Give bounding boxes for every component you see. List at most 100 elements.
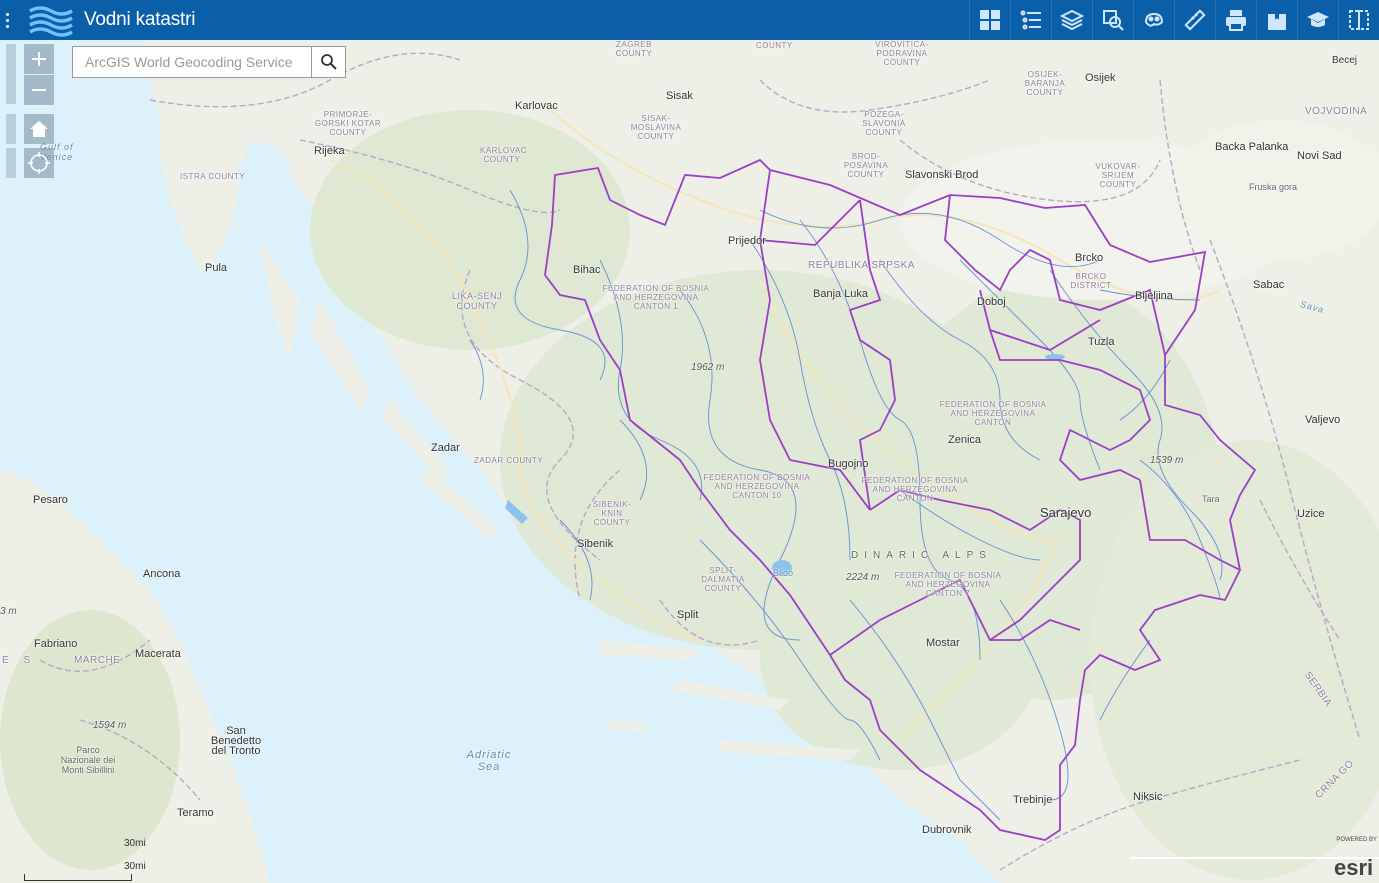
label-rijeka: Rijeka xyxy=(314,145,345,157)
label-doboj: Doboj xyxy=(977,296,1006,308)
zoom-control xyxy=(24,44,54,106)
label-zadar-county: ZADAR COUNTY xyxy=(474,456,544,465)
label-blido: Blido xyxy=(773,568,794,578)
label-prijedor: Prijedor xyxy=(728,235,766,247)
label-bihac: Bihac xyxy=(573,264,601,276)
home-icon xyxy=(30,121,48,137)
query-icon[interactable] xyxy=(1092,0,1133,40)
label-es: E S xyxy=(2,655,37,666)
label-osijek-county: OSIJEK-BARANJA COUNTY xyxy=(1024,70,1066,97)
label-slavonski-brod: Slavonski Brod xyxy=(905,169,979,181)
label-brcko-district: BRCKO DISTRICT xyxy=(1070,272,1112,290)
label-sibenik: Sibenik xyxy=(577,538,614,550)
label-zagreb-county: ZAGREB COUNTY xyxy=(615,40,653,58)
label-vukovar-county: VUKOVAR-SRIJEM COUNTY xyxy=(1095,162,1141,189)
label-zadar: Zadar xyxy=(431,442,460,454)
label-elev-1594: 1594 m xyxy=(93,720,127,731)
apps-icon[interactable] xyxy=(969,0,1010,40)
measure-icon[interactable] xyxy=(1174,0,1215,40)
label-elev-1962: 1962 m xyxy=(691,362,725,373)
label-dinaric-alps: DINARIC ALPS xyxy=(851,550,992,561)
water-logo-icon xyxy=(29,6,73,37)
label-virovitica-county: VIROVITICA-PODRAVINA COUNTY xyxy=(875,40,929,67)
label-osijek: Osijek xyxy=(1085,72,1116,84)
label-sisak-county: SISAK-MOSLAVINA COUNTY xyxy=(630,114,682,141)
label-primorje-county: PRIMORJE-GORSKI KOTAR COUNTY xyxy=(314,110,382,137)
label-sibenik-county: SIBENIK-KNIN COUNTY xyxy=(592,500,632,527)
swipe-icon[interactable] xyxy=(1338,0,1379,40)
search-input[interactable] xyxy=(73,47,311,77)
toolbar xyxy=(969,0,1379,40)
more-menu-icon[interactable] xyxy=(0,0,14,40)
minus-icon xyxy=(32,89,46,91)
label-sabac: Sabac xyxy=(1253,279,1285,291)
label-fbih-canton-1: FEDERATION OF BOSNIA AND HERZEGOVINA CAN… xyxy=(602,284,710,311)
label-fbih-canton-7: FEDERATION OF BOSNIA AND HERZEGOVINA CAN… xyxy=(894,571,1002,598)
layers-icon[interactable] xyxy=(1051,0,1092,40)
search-icon xyxy=(320,54,337,70)
label-tuzla: Tuzla xyxy=(1088,336,1115,348)
label-fbih-canton-10: FEDERATION OF BOSNIA AND HERZEGOVINA CAN… xyxy=(703,473,811,500)
label-marche: MARCHE xyxy=(74,655,121,666)
label-pesaro: Pesaro xyxy=(33,494,68,506)
app-title: Vodni katastri xyxy=(84,9,196,30)
label-split-county: SPLIT-DALMATIA COUNTY xyxy=(701,566,745,593)
label-elev-2224: 2224 m xyxy=(846,572,880,583)
label-uzice: Uzice xyxy=(1297,508,1325,520)
zoom-in-button[interactable] xyxy=(24,44,54,74)
scale-bar xyxy=(24,874,132,881)
scale-label-bottom: 30mi xyxy=(124,861,146,872)
label-banja-luka: Banja Luka xyxy=(813,288,869,300)
search-button[interactable] xyxy=(311,47,345,77)
svg-text:esri: esri xyxy=(1334,855,1373,880)
plus-icon xyxy=(32,52,46,66)
label-trebinje: Trebinje xyxy=(1013,794,1053,806)
label-backa-palanka: Backa Palanka xyxy=(1215,141,1289,153)
app-header: Vodni katastri xyxy=(0,0,1379,40)
left-edge-control xyxy=(6,44,16,74)
label-elev-1539: 1539 m xyxy=(1150,455,1184,466)
locate-button[interactable] xyxy=(24,148,54,178)
label-fruska-gora: Fruska gora xyxy=(1249,182,1298,192)
label-sisak: Sisak xyxy=(666,90,693,102)
label-vojvodina: VOJVODINA xyxy=(1305,106,1368,117)
label-macerata: Macerata xyxy=(135,648,181,660)
label-republika-srpska: REPUBLIKA SRPSKA xyxy=(808,260,915,271)
home-button[interactable] xyxy=(24,114,54,144)
label-parco: Parco Nazionale dei Monti Sibillini xyxy=(60,745,116,775)
label-karlovac-county: KARLOVAC COUNTY xyxy=(480,146,527,164)
label-brod-county: BROD-POSAVINA COUNTY xyxy=(843,152,889,179)
left-edge-control xyxy=(6,114,16,144)
label-tara: Tara xyxy=(1202,494,1220,504)
label-novi-sad: Novi Sad xyxy=(1297,150,1342,162)
left-edge-control xyxy=(6,74,16,104)
label-fabriano: Fabriano xyxy=(34,638,78,650)
bookmark-icon[interactable] xyxy=(1256,0,1297,40)
legend-icon[interactable] xyxy=(1010,0,1051,40)
map-view[interactable]: Karlovac Sisak Osijek Becej VOJVODINA Ri… xyxy=(0,40,1379,883)
label-bugojno: Bugojno xyxy=(828,458,869,470)
powered-by-label: POWERED BY xyxy=(1336,837,1377,843)
left-edge-control xyxy=(6,148,16,178)
label-niksic: Niksic xyxy=(1133,791,1163,803)
label-dubrovnik: Dubrovnik xyxy=(922,824,972,836)
label-fbih-canton-b: FEDERATION OF BOSNIA AND HERZEGOVINA CAN… xyxy=(861,476,969,503)
scale-label-top: 30mi xyxy=(124,838,146,849)
locate-icon xyxy=(28,152,50,174)
label-mostar: Mostar xyxy=(926,637,960,649)
search-widget xyxy=(72,46,346,78)
label-zenica: Zenica xyxy=(948,434,982,446)
label-elev-left: 3 m xyxy=(0,606,17,617)
label-county: COUNTY xyxy=(756,41,793,50)
analysis-icon[interactable] xyxy=(1133,0,1174,40)
label-teramo: Teramo xyxy=(177,807,214,819)
zoom-out-button[interactable] xyxy=(24,75,54,105)
label-fbih-canton-a: FEDERATION OF BOSNIA AND HERZEGOVINA CAN… xyxy=(939,400,1047,427)
label-bijeljina: Bijeljina xyxy=(1135,290,1173,302)
label-ancona: Ancona xyxy=(143,568,181,580)
label-san-benedetto: San Benedetto del Tronto xyxy=(210,725,262,757)
label-sarajevo: Sarajevo xyxy=(1040,505,1092,520)
print-icon[interactable] xyxy=(1215,0,1256,40)
education-icon[interactable] xyxy=(1297,0,1338,40)
esri-attribution[interactable]: POWERED BY esri xyxy=(1329,835,1379,883)
